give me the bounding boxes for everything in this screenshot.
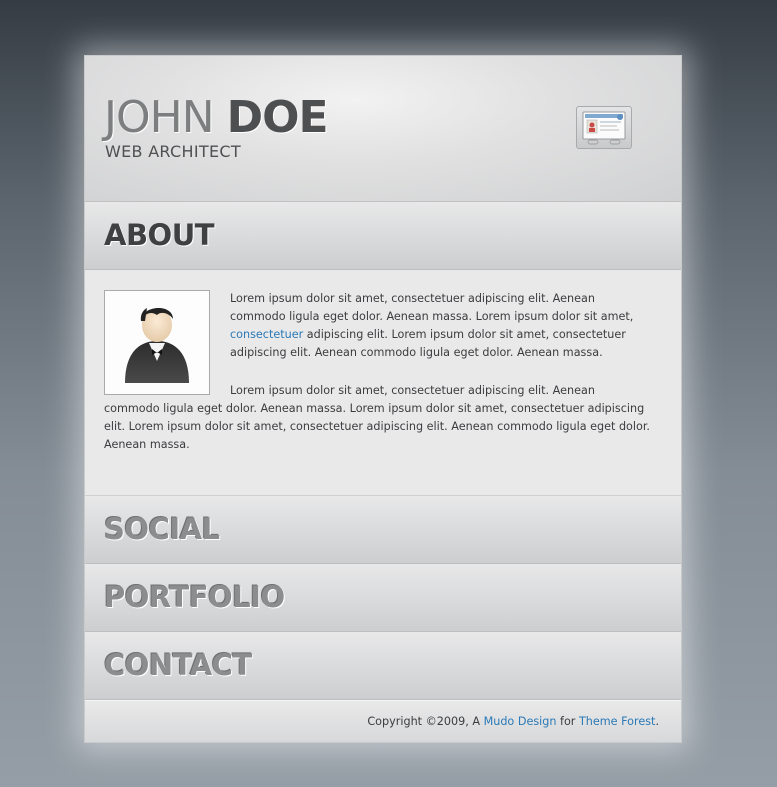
copyright-end: . [655, 715, 659, 728]
vcard-icon [582, 111, 626, 145]
section-portfolio-title: PORTFOLIO [104, 580, 285, 614]
section-contact-title: CONTACT [104, 648, 252, 682]
about-content: Lorem ipsum dolor sit amet, consectetuer… [85, 270, 681, 496]
section-social[interactable]: SOCIAL [85, 496, 681, 564]
consectetuer-link[interactable]: consectetuer [230, 328, 303, 341]
copyright-prefix: Copyright ©2009, A [367, 715, 484, 728]
header: JOHN DOE WEB ARCHITECT [85, 56, 681, 202]
vcard-panel: JOHN DOE WEB ARCHITECT ABOUT Lorem ipsum… [84, 55, 682, 743]
section-portfolio[interactable]: PORTFOLIO [85, 564, 681, 632]
section-social-title: SOCIAL [104, 512, 220, 546]
about-text: Lorem ipsum dolor sit amet, consectetuer… [104, 290, 652, 474]
page-title: JOHN DOE [104, 92, 329, 143]
section-about-title: ABOUT [104, 218, 215, 252]
section-about[interactable]: ABOUT [85, 202, 681, 270]
vcard-button[interactable] [576, 106, 632, 149]
last-name: DOE [226, 92, 329, 143]
copyright-text: Copyright ©2009, A Mudo Design for Theme… [367, 715, 659, 728]
theme-forest-link[interactable]: Theme Forest [579, 715, 655, 728]
section-contact[interactable]: CONTACT [85, 632, 681, 700]
mudo-design-link[interactable]: Mudo Design [484, 715, 557, 728]
footer: Copyright ©2009, A Mudo Design for Theme… [85, 700, 681, 742]
job-title: WEB ARCHITECT [105, 142, 241, 161]
copyright-for: for [556, 715, 579, 728]
first-name: JOHN [104, 92, 215, 143]
avatar-spacer [104, 290, 230, 398]
about-p1-start: Lorem ipsum dolor sit amet, consectetuer… [230, 292, 634, 323]
